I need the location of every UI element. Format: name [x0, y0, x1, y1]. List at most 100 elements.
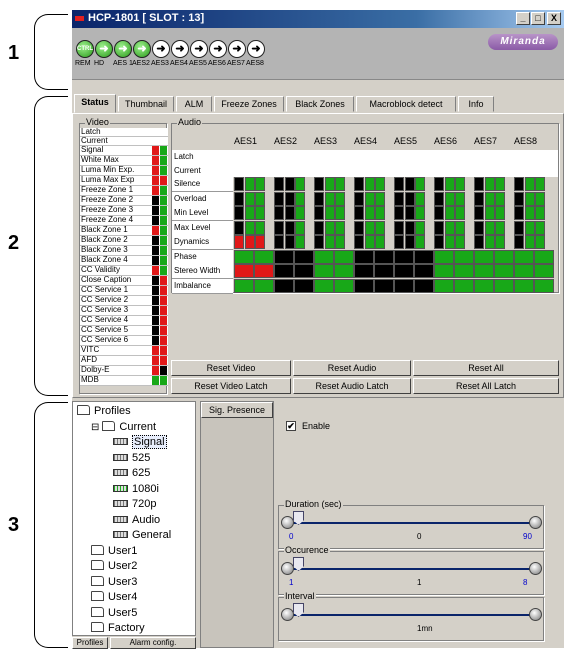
audio-status-led: [495, 191, 505, 206]
audio-status-led: [444, 235, 455, 249]
reset-all-latch-button[interactable]: Reset All Latch: [413, 378, 559, 394]
tab-thumbnail[interactable]: Thumbnail: [118, 96, 174, 112]
video-alarm-label: CC Service 6: [81, 335, 129, 344]
audio-status-led: [254, 278, 274, 293]
tree-item[interactable]: Factory: [91, 621, 145, 635]
audio-status-led: [415, 206, 425, 220]
tree-item[interactable]: User3: [91, 575, 137, 589]
audio-status-led: [335, 235, 345, 249]
video-alarm-label: Black Zone 3: [81, 245, 128, 254]
reset-video-button[interactable]: Reset Video: [171, 360, 291, 376]
input-2-arrow-icon[interactable]: ➜: [114, 40, 132, 58]
reset-audio-latch-button[interactable]: Reset Audio Latch: [293, 378, 411, 394]
input-0-arrow-icon[interactable]: CTRL: [76, 40, 94, 58]
card-icon: [113, 500, 128, 507]
audio-status-led: [535, 191, 545, 206]
input-7-arrow-icon[interactable]: ➜: [209, 40, 227, 58]
slider-decrement-icon[interactable]: [281, 516, 294, 529]
close-button[interactable]: X: [547, 12, 561, 25]
tree-item[interactable]: 1080i: [113, 482, 159, 496]
audio-alarm-row: Stereo Width: [172, 264, 554, 279]
maximize-button[interactable]: □: [531, 12, 545, 25]
input-8-arrow-icon[interactable]: ➜: [228, 40, 246, 58]
audio-status-led: [244, 177, 255, 191]
tree-item[interactable]: 625: [113, 466, 150, 480]
audio-status-led: [255, 220, 265, 235]
audio-status-led: [295, 191, 305, 206]
input-1-arrow-icon[interactable]: ➜: [95, 40, 113, 58]
slider-increment-icon[interactable]: [529, 516, 542, 529]
reset-video-latch-button[interactable]: Reset Video Latch: [171, 378, 291, 394]
minimize-button[interactable]: _: [516, 12, 530, 25]
input-5-arrow-icon[interactable]: ➜: [171, 40, 189, 58]
audio-status-led: [394, 206, 404, 220]
profiles-tree: Profiles ⊟ Current Signal 525 625 1080i 720p Aud…: [72, 401, 196, 636]
tab-freeze-zones[interactable]: Freeze Zones: [214, 96, 284, 112]
tree-item[interactable]: User5: [91, 606, 137, 620]
tree-item[interactable]: 720p: [113, 497, 156, 511]
tab-alarm-config[interactable]: Alarm config.: [110, 637, 196, 649]
tab-black-zones[interactable]: Black Zones: [286, 96, 354, 112]
audio-legend: Audio: [177, 117, 203, 127]
video-alarm-label: Luma Min Exp.: [81, 165, 135, 174]
sig-presence-item[interactable]: Sig. Presence: [201, 402, 273, 418]
audio-status-led: [474, 264, 494, 278]
audio-status-led: [274, 249, 294, 264]
alarm-list: Sig. Presence: [200, 401, 274, 648]
audio-status-led: [444, 191, 455, 206]
audio-status-led: [495, 235, 505, 249]
video-status-led: [160, 196, 167, 205]
tree-item[interactable]: User1: [91, 544, 137, 558]
tree-item[interactable]: General: [113, 528, 171, 542]
aes-header: AES4: [354, 136, 378, 146]
video-group: Video Latch Current Signal White Max Luma …: [79, 117, 168, 394]
reset-all-button[interactable]: Reset All: [413, 360, 559, 376]
tree-item[interactable]: Signal: [113, 435, 167, 449]
tab-info[interactable]: Info: [458, 96, 494, 112]
slider-decrement-icon[interactable]: [281, 608, 294, 621]
reset-audio-button[interactable]: Reset Audio: [293, 360, 411, 376]
tab-status[interactable]: Status: [74, 94, 116, 113]
video-status-led: [152, 256, 159, 265]
tree-item[interactable]: ⊟ Current: [91, 420, 156, 434]
slider-track[interactable]: [289, 614, 533, 616]
input-9-arrow-icon[interactable]: ➜: [247, 40, 265, 58]
input-3-arrow-icon[interactable]: ➜: [133, 40, 151, 58]
card-icon: [113, 515, 128, 523]
audio-status-led: [454, 249, 474, 264]
audio-status-led: [495, 177, 505, 191]
video-status-led: [152, 176, 159, 185]
audio-status-led: [434, 220, 444, 235]
folder-icon: [77, 405, 90, 415]
audio-status-led: [274, 206, 284, 220]
audio-status-led: [394, 191, 404, 206]
slider-increment-icon[interactable]: [529, 562, 542, 575]
slider-track[interactable]: [289, 522, 533, 524]
slider-decrement-icon[interactable]: [281, 562, 294, 575]
tree-item[interactable]: User4: [91, 590, 137, 604]
tab-profiles[interactable]: Profiles: [72, 637, 108, 649]
tree-item[interactable]: 525: [113, 451, 150, 465]
tab-macroblock-detect[interactable]: Macroblock detect: [356, 96, 456, 112]
slider-increment-icon[interactable]: [529, 608, 542, 621]
tree-item[interactable]: Profiles: [77, 404, 131, 418]
collapse-icon[interactable]: ⊟: [91, 422, 99, 433]
audio-status-led: [495, 206, 505, 220]
audio-status-led: [455, 206, 465, 220]
tree-item[interactable]: Audio: [113, 513, 160, 527]
enable-checkbox[interactable]: ✔: [286, 421, 296, 431]
annotation-3: 3: [8, 514, 20, 536]
audio-status-led: [494, 249, 514, 264]
tab-alm[interactable]: ALM: [176, 96, 212, 112]
audio-status-led: [364, 177, 375, 191]
audio-status-led: [514, 177, 524, 191]
status-panel: Video Latch Current Signal White Max Luma …: [72, 113, 564, 398]
input-4-arrow-icon[interactable]: ➜: [152, 40, 170, 58]
input-6-arrow-icon[interactable]: ➜: [190, 40, 208, 58]
audio-status-led: [474, 206, 484, 220]
audio-status-led: [375, 191, 385, 206]
slider-legend: Interval: [284, 591, 316, 601]
video-alarm-label: AFD: [81, 355, 97, 364]
slider-track[interactable]: [289, 568, 533, 570]
tree-item[interactable]: User2: [91, 559, 137, 573]
